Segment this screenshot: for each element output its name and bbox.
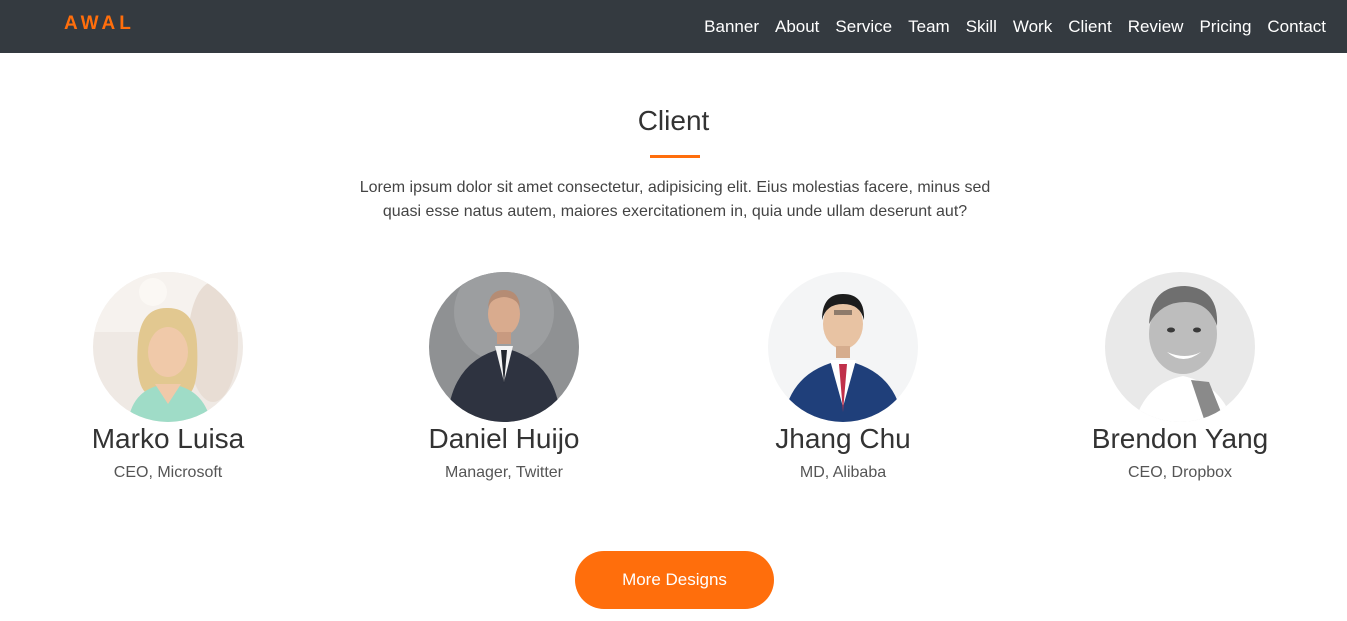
more-designs-button[interactable]: More Designs (575, 551, 774, 609)
nav-link-contact[interactable]: Contact (1267, 17, 1326, 37)
client-photo-marko (93, 272, 243, 422)
nav-link-about[interactable]: About (775, 17, 819, 37)
nav-link-skill[interactable]: Skill (966, 17, 997, 37)
client-card: Jhang Chu MD, Alibaba (693, 272, 993, 482)
section-title: Client (637, 105, 710, 136)
nav-link-client[interactable]: Client (1068, 17, 1111, 37)
brand-logo[interactable]: AWAL (64, 13, 135, 35)
client-photo-brendon (1105, 272, 1255, 422)
client-role: CEO, Microsoft (113, 464, 223, 481)
nav-menu: Banner About Service Team Skill Work Cli… (704, 0, 1326, 53)
client-name: Daniel Huijo (428, 423, 580, 454)
client-avatar (429, 272, 579, 422)
client-card: Marko Luisa CEO, Microsoft (18, 272, 318, 482)
client-avatar (93, 272, 243, 422)
client-name: Brendon Yang (1091, 423, 1269, 454)
client-role: Manager, Twitter (445, 464, 563, 481)
nav-link-service[interactable]: Service (835, 17, 892, 37)
client-role: MD, Alibaba (799, 464, 887, 481)
client-photo-daniel (429, 272, 579, 422)
top-navbar: AWAL Banner About Service Team Skill Wor… (0, 0, 1347, 53)
nav-link-work[interactable]: Work (1013, 17, 1052, 37)
client-card: Daniel Huijo Manager, Twitter (354, 272, 654, 482)
nav-link-banner[interactable]: Banner (704, 17, 759, 37)
client-name: Marko Luisa (91, 423, 245, 454)
title-underline (650, 155, 700, 158)
nav-link-pricing[interactable]: Pricing (1199, 17, 1251, 37)
client-name: Jhang Chu (775, 423, 911, 454)
section-description: Lorem ipsum dolor sit amet consectetur, … (359, 179, 991, 220)
client-avatar (1105, 272, 1255, 422)
nav-link-review[interactable]: Review (1128, 17, 1184, 37)
client-card: Brendon Yang CEO, Dropbox (1030, 272, 1330, 482)
client-photo-jhang (768, 272, 918, 422)
client-avatar (768, 272, 918, 422)
nav-link-team[interactable]: Team (908, 17, 950, 37)
client-role: CEO, Dropbox (1127, 464, 1233, 481)
